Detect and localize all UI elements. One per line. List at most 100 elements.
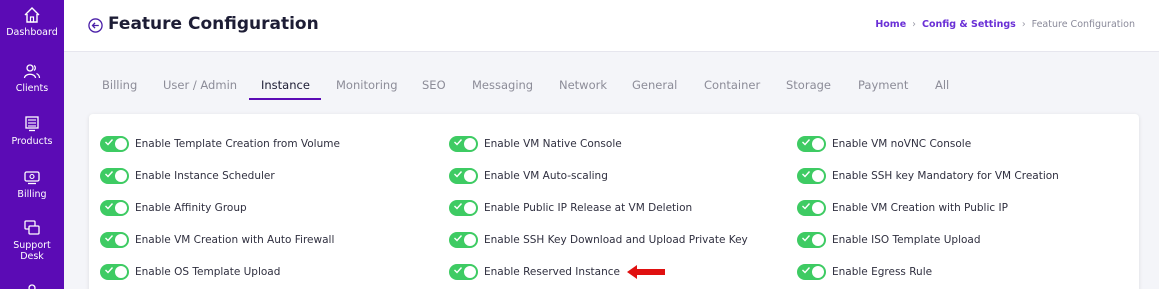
check-icon [454, 171, 463, 178]
feature-toggle-row[interactable]: Enable Egress Rule [797, 262, 932, 282]
tab-seo[interactable]: SEO [422, 78, 446, 92]
feature-toggle-row[interactable]: Enable Instance Scheduler [100, 166, 275, 186]
feature-label: Enable ISO Template Upload [832, 234, 981, 246]
feature-label: Enable VM Auto-scaling [484, 170, 608, 182]
toggle-switch[interactable] [797, 136, 826, 152]
tab-network[interactable]: Network [559, 78, 607, 92]
toggle-switch[interactable] [797, 232, 826, 248]
toggle-knob [115, 266, 127, 278]
sidebar-item-more[interactable] [0, 279, 64, 289]
feature-toggle-row[interactable]: Enable VM Creation with Auto Firewall [100, 230, 334, 250]
tab-billing[interactable]: Billing [102, 78, 137, 92]
check-icon [802, 139, 811, 146]
toggle-switch[interactable] [100, 232, 129, 248]
toggle-switch[interactable] [100, 200, 129, 216]
toggle-knob [464, 202, 476, 214]
feature-toggle-row[interactable]: Enable VM Creation with Public IP [797, 198, 1008, 218]
feature-label: Enable SSH Key Download and Upload Priva… [484, 234, 748, 246]
back-arrow-icon[interactable] [88, 18, 103, 33]
sidebar-item-billing[interactable]: Billing [0, 168, 64, 200]
feature-toggle-row[interactable]: Enable Reserved Instance [449, 262, 620, 282]
feature-toggle-row[interactable]: Enable SSH Key Download and Upload Priva… [449, 230, 748, 250]
tab-all[interactable]: All [935, 78, 949, 92]
toggle-knob [812, 202, 824, 214]
sidebar: Dashboard Clients Products Billing Suppo… [0, 0, 64, 289]
tab-general[interactable]: General [632, 78, 677, 92]
check-icon [802, 203, 811, 210]
tab-messaging[interactable]: Messaging [472, 78, 533, 92]
toggle-switch[interactable] [100, 264, 129, 280]
sidebar-item-label: Dashboard [6, 27, 58, 38]
sidebar-item-support-desk[interactable]: Support Desk [0, 219, 64, 262]
check-icon [454, 203, 463, 210]
feature-label: Enable Instance Scheduler [135, 170, 275, 182]
toggle-knob [464, 138, 476, 150]
feature-toggle-row[interactable]: Enable Template Creation from Volume [100, 134, 340, 154]
toggle-switch[interactable] [100, 168, 129, 184]
feature-toggle-row[interactable]: Enable SSH key Mandatory for VM Creation [797, 166, 1059, 186]
sidebar-item-label: Clients [15, 83, 49, 94]
check-icon [802, 235, 811, 242]
toggle-knob [115, 202, 127, 214]
chevron-right-icon: › [1021, 19, 1026, 30]
check-icon [105, 235, 114, 242]
feature-label: Enable Public IP Release at VM Deletion [484, 202, 693, 214]
breadcrumb-home[interactable]: Home [875, 19, 906, 30]
toggle-knob [812, 138, 824, 150]
check-icon [454, 139, 463, 146]
feature-toggle-row[interactable]: Enable VM Native Console [449, 134, 622, 154]
tab-user-admin[interactable]: User / Admin [163, 78, 237, 92]
page-title: Feature Configuration [108, 14, 319, 34]
breadcrumb-current: Feature Configuration [1031, 19, 1135, 30]
toggle-knob [464, 266, 476, 278]
feature-toggle-row[interactable]: Enable Public IP Release at VM Deletion [449, 198, 692, 218]
billing-icon [24, 171, 40, 185]
users-icon [23, 64, 41, 79]
toggle-switch[interactable] [797, 168, 826, 184]
check-icon [454, 235, 463, 242]
breadcrumb-config-settings[interactable]: Config & Settings [922, 19, 1016, 30]
page-header: Feature Configuration Home › Config & Sett… [64, 0, 1159, 52]
check-icon [105, 203, 114, 210]
toggle-switch[interactable] [449, 168, 478, 184]
toggle-switch[interactable] [449, 200, 478, 216]
sidebar-item-label: Support Desk [13, 240, 51, 262]
toggle-switch[interactable] [797, 200, 826, 216]
toggle-switch[interactable] [449, 232, 478, 248]
toggle-knob [115, 138, 127, 150]
check-icon [105, 171, 114, 178]
feature-label: Enable VM Creation with Public IP [832, 202, 1008, 214]
sidebar-item-dashboard[interactable]: Dashboard [0, 6, 64, 38]
feature-label: Enable VM noVNC Console [832, 138, 972, 150]
settings-icon [28, 284, 36, 289]
toggle-switch[interactable] [449, 136, 478, 152]
tab-instance[interactable]: Instance [261, 78, 310, 92]
toggle-switch[interactable] [100, 136, 129, 152]
tab-container[interactable]: Container [704, 78, 760, 92]
feature-toggle-row[interactable]: Enable Affinity Group [100, 198, 247, 218]
home-icon [24, 7, 40, 23]
feature-label: Enable OS Template Upload [135, 266, 281, 278]
sidebar-item-clients[interactable]: Clients [0, 62, 64, 94]
toggle-knob [812, 266, 824, 278]
check-icon [802, 267, 811, 274]
toggle-switch[interactable] [797, 264, 826, 280]
toggle-switch[interactable] [449, 264, 478, 280]
sidebar-item-products[interactable]: Products [0, 115, 64, 147]
tab-storage[interactable]: Storage [786, 78, 831, 92]
toggle-knob [812, 234, 824, 246]
toggle-knob [115, 234, 127, 246]
feature-label: Enable VM Creation with Auto Firewall [135, 234, 335, 246]
toggle-knob [464, 170, 476, 182]
feature-toggle-row[interactable]: Enable VM noVNC Console [797, 134, 971, 154]
sidebar-item-label: Products [11, 136, 53, 147]
tab-payment[interactable]: Payment [858, 78, 908, 92]
toggle-knob [464, 234, 476, 246]
feature-toggle-row[interactable]: Enable VM Auto-scaling [449, 166, 608, 186]
toggle-knob [812, 170, 824, 182]
feature-toggle-row[interactable]: Enable OS Template Upload [100, 262, 280, 282]
support-icon [24, 220, 40, 235]
feature-toggle-row[interactable]: Enable ISO Template Upload [797, 230, 981, 250]
feature-label: Enable Egress Rule [832, 266, 933, 278]
tab-monitoring[interactable]: Monitoring [336, 78, 398, 92]
